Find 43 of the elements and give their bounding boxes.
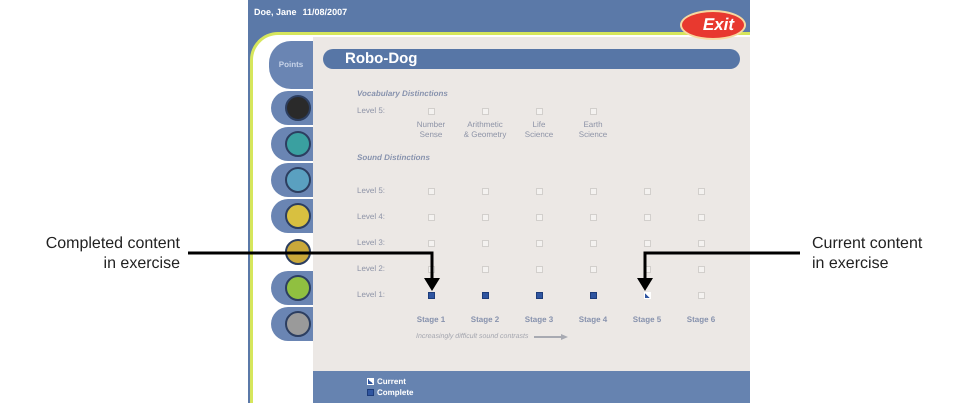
activity-icon: [285, 131, 311, 157]
callout-text: Completed content: [46, 234, 180, 254]
stage-label: Stage 4: [578, 314, 608, 326]
subject-label: Life Science: [524, 120, 554, 140]
callout-text: in exercise: [812, 254, 888, 274]
activity-icon: [285, 167, 311, 193]
page-title: Robo-Dog: [345, 48, 418, 69]
stage-label: Stage 1: [416, 314, 446, 326]
callout-text: Current content: [812, 234, 922, 254]
level-label: Level 5:: [357, 185, 386, 197]
activity-button[interactable]: [271, 199, 313, 233]
stage-label: Stage 5: [632, 314, 662, 326]
subject-label: Number Sense: [416, 120, 446, 140]
stage-label: Stage 3: [524, 314, 554, 326]
activity-icon: [285, 95, 311, 121]
section-heading: Vocabulary Distinctions: [357, 88, 449, 100]
date-text: 11/08/2007: [302, 6, 348, 19]
points-badge[interactable]: Points: [269, 41, 313, 89]
points-label: Points: [278, 59, 304, 71]
level-label: Level 4:: [357, 211, 386, 223]
stage-label: Stage 2: [470, 314, 500, 326]
subject-label: Earth Science: [578, 120, 608, 140]
section-heading: Sound Distinctions: [357, 152, 431, 164]
callout-text: in exercise: [104, 254, 180, 274]
user-name: Doe, Jane: [254, 6, 297, 19]
stage-label: Stage 6: [686, 314, 716, 326]
level-label: Level 3:: [357, 237, 386, 249]
activity-button[interactable]: [271, 307, 313, 341]
exit-button[interactable]: Exit: [680, 10, 746, 40]
arrow-icon: [534, 334, 568, 340]
activity-button[interactable]: [271, 163, 313, 197]
level-label: Level 1:: [357, 289, 386, 301]
activity-button[interactable]: [271, 271, 313, 305]
activity-icon: [285, 311, 311, 337]
subject-label: Arithmetic & Geometry: [462, 120, 508, 140]
level-label: Level 5:: [357, 105, 386, 117]
activity-icon: [285, 275, 311, 301]
legend-label: Current: [377, 376, 406, 387]
legend-label: Complete: [377, 387, 414, 398]
activity-icon: [285, 203, 311, 229]
level-label: Level 2:: [357, 263, 386, 275]
activity-button[interactable]: [271, 91, 313, 125]
activity-button[interactable]: [271, 127, 313, 161]
